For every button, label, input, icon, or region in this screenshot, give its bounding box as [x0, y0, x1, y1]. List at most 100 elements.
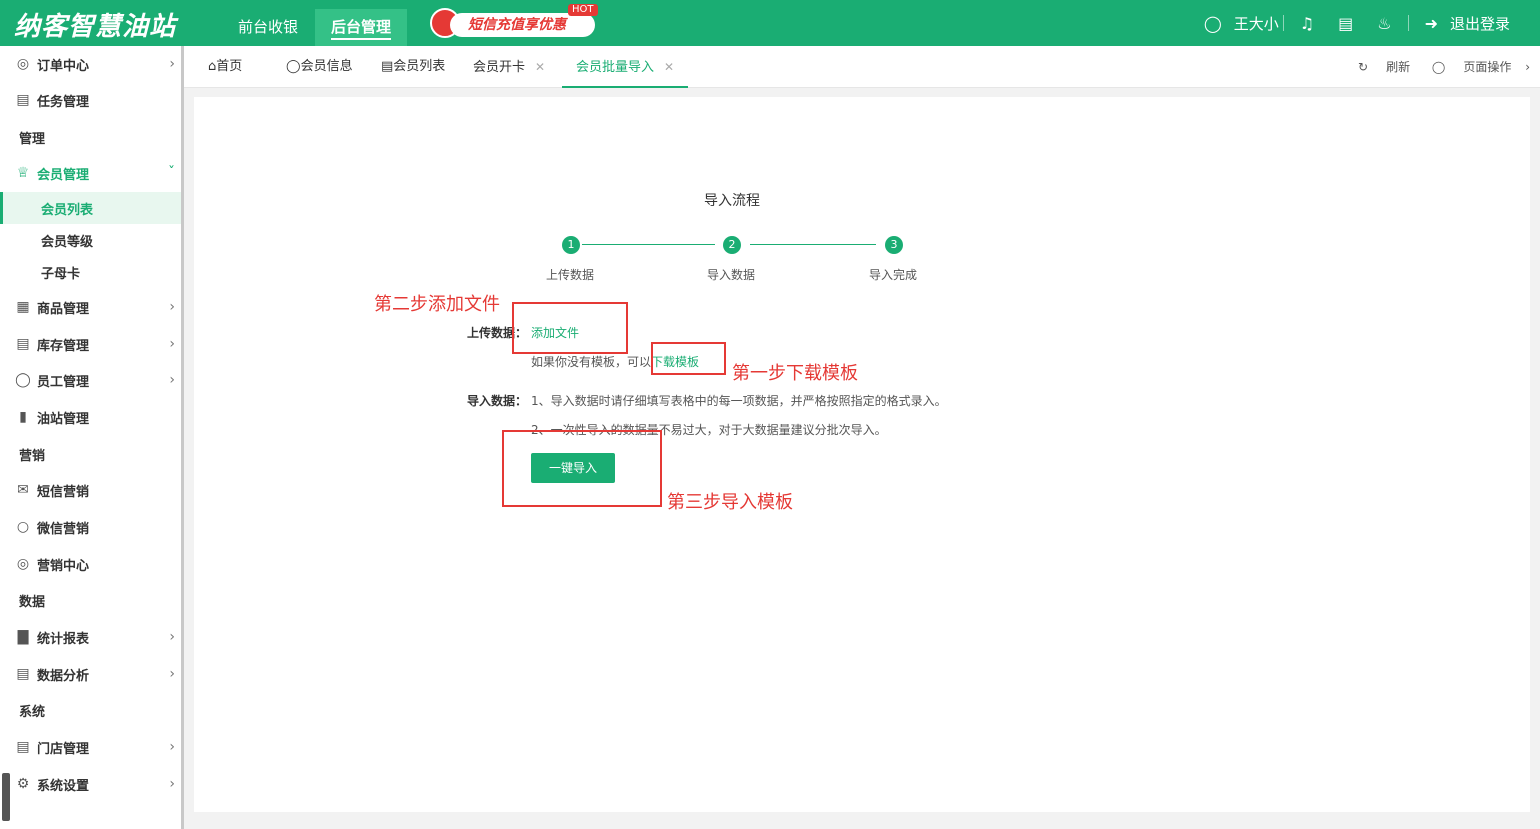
sidebar-item-stations[interactable]: ▮ 油站管理: [0, 399, 181, 435]
sidebar-item-staff[interactable]: ◯ 员工管理 ›: [0, 362, 181, 398]
tab-member-open-card[interactable]: 会员开卡 ✕: [473, 46, 545, 88]
gear-icon: ⚙: [16, 776, 30, 792]
tab-member-info[interactable]: ◯会员信息: [286, 46, 353, 88]
top-right-tools: ◯ 王大小 ♫ ▤ ♨ ➜ 退出登录: [1192, 0, 1510, 46]
import-flow-title: 导入流程: [704, 193, 760, 209]
tab-label: 会员信息: [300, 59, 353, 74]
logout-link[interactable]: 退出登录: [1450, 13, 1510, 34]
sidebar-item-tasks[interactable]: ▤ 任务管理: [0, 82, 181, 118]
sidebar-item-label: 短信营销: [37, 484, 90, 500]
chevron-down-icon: ˇ: [168, 165, 175, 181]
sidebar-item-label: 油站管理: [37, 411, 90, 427]
step-3-circle: 3: [885, 236, 903, 254]
sidebar-item-label: 订单中心: [37, 58, 90, 74]
clipboard-icon: ▤: [381, 59, 394, 74]
sidebar-item-reports[interactable]: ▇ 统计报表 ›: [0, 619, 181, 655]
sidebar-item-label: 商品管理: [37, 301, 90, 317]
sidebar-item-parent-child-card[interactable]: 子母卡: [0, 256, 181, 288]
sidebar-item-label: 营销中心: [37, 558, 90, 574]
tab-member-batch-import[interactable]: 会员批量导入 ✕: [562, 46, 689, 88]
sidebar-item-label: 微信营销: [37, 521, 90, 537]
lock-icon[interactable]: ▤: [1338, 14, 1353, 33]
nav-front-cashier[interactable]: 前台收银: [222, 9, 314, 46]
tab-label: 会员开卡: [473, 60, 526, 75]
chevron-right-icon: ›: [169, 372, 175, 388]
bar-chart-icon: ▇: [17, 629, 29, 645]
sidebar-item-label: 员工管理: [37, 374, 90, 390]
step-1-label: 上传数据: [546, 268, 595, 282]
chevron-right-icon: ›: [169, 739, 175, 755]
chevron-right-icon: ›: [169, 629, 175, 645]
sidebar-item-sms-marketing[interactable]: ✉ 短信营销: [0, 472, 181, 508]
nav-backend-admin-label: 后台管理: [331, 18, 392, 40]
tab-home[interactable]: ⌂首页: [208, 46, 242, 88]
sidebar-item-label: 库存管理: [37, 338, 90, 354]
bell-icon[interactable]: ♨: [1377, 14, 1391, 33]
close-icon[interactable]: ✕: [535, 60, 545, 74]
tab-bar: ⌂首页 ◯会员信息 ▤会员列表 会员开卡 ✕ 会员批量导入 ✕ ↻ 刷新 ◯ 页面操作 …: [184, 46, 1540, 88]
import-data-label: 导入数据：: [467, 394, 528, 408]
divider: [1282, 15, 1284, 31]
crown-icon: ♕: [16, 165, 30, 181]
sidebar-item-label: 任务管理: [37, 94, 90, 110]
sidebar-group-system: 系统: [19, 704, 46, 720]
target-icon: ◎: [16, 556, 30, 572]
sidebar-item-label: 数据分析: [37, 668, 90, 684]
globe-icon: ◎: [16, 56, 30, 72]
headset-icon[interactable]: ♫: [1300, 14, 1314, 33]
annotation-box-add-file: [512, 302, 628, 354]
task-icon: ▤: [16, 92, 30, 108]
sms-promo-banner[interactable]: 短信充值享优惠 HOT: [430, 4, 598, 38]
sidebar-item-stores[interactable]: ▤ 门店管理 ›: [0, 729, 181, 765]
annotation-step1: 第一步下载模板: [732, 363, 858, 384]
sidebar-item-label: 统计报表: [37, 631, 90, 647]
refresh-button[interactable]: ↻ 刷新: [1358, 60, 1410, 74]
tab-label: 首页: [216, 59, 243, 74]
refresh-label: 刷新: [1386, 60, 1411, 74]
sidebar-item-wechat-marketing[interactable]: ○ 微信营销: [0, 509, 181, 545]
step-2-label: 导入数据: [707, 268, 756, 282]
logout-icon[interactable]: ➜: [1425, 14, 1438, 33]
sidebar-item-inventory[interactable]: ▤ 库存管理 ›: [0, 326, 181, 362]
step-line: [582, 244, 715, 245]
close-icon[interactable]: ✕: [664, 60, 674, 74]
chevron-right-icon: ›: [169, 666, 175, 682]
user-name[interactable]: 王大小: [1234, 13, 1279, 34]
sidebar-group-manage: 管理: [19, 131, 46, 147]
tab-member-list[interactable]: ▤会员列表: [381, 46, 445, 88]
mail-icon: ✉: [17, 482, 29, 498]
tab-tools: ↻ 刷新 ◯ 页面操作 ›: [1340, 46, 1530, 88]
step-1-circle: 1: [562, 236, 580, 254]
page-ops-button[interactable]: ◯ 页面操作: [1432, 60, 1511, 74]
sidebar-scrollbar[interactable]: [181, 46, 184, 829]
store-icon: ▤: [16, 739, 30, 755]
step-2-circle: 2: [723, 236, 741, 254]
chevron-right-icon: ›: [169, 56, 175, 72]
top-bar: 纳客智慧油站 前台收银 后台管理 短信充值享优惠 HOT ◯ 王大小 ♫ ▤ ♨…: [0, 0, 1540, 46]
chevron-right-icon: ›: [169, 299, 175, 315]
user-icon: ◯: [286, 59, 301, 74]
page-ops-label: 页面操作: [1463, 60, 1512, 74]
nav-backend-admin[interactable]: 后台管理: [315, 9, 408, 46]
sidebar-item-orders[interactable]: ◎ 订单中心 ›: [0, 46, 181, 82]
app-logo: 纳客智慧油站: [14, 12, 177, 42]
sidebar-item-settings[interactable]: ⚙ 系统设置 ›: [0, 766, 181, 802]
sidebar-item-members[interactable]: ♕ 会员管理 ˇ: [0, 155, 181, 191]
promo-text: 短信充值享优惠: [450, 13, 595, 37]
step-line: [750, 244, 876, 245]
sidebar: ◎ 订单中心 › ▤ 任务管理 管理 ♕ 会员管理 ˇ 会员列表 会员等级 子母卡 ▦ 商品…: [0, 46, 181, 829]
sidebar-item-products[interactable]: ▦ 商品管理 ›: [0, 289, 181, 325]
chevron-right-icon[interactable]: ›: [1525, 60, 1530, 74]
user-icon: ◯: [15, 372, 31, 388]
sidebar-item-member-list[interactable]: 会员列表: [0, 192, 181, 224]
monitor-chart-icon: ▤: [16, 666, 30, 682]
sidebar-item-label: 会员管理: [37, 167, 90, 183]
drag-handle[interactable]: [2, 773, 10, 821]
sidebar-item-member-level[interactable]: 会员等级: [0, 224, 181, 256]
sidebar-item-marketing-center[interactable]: ◎ 营销中心: [0, 546, 181, 582]
sidebar-item-analytics[interactable]: ▤ 数据分析 ›: [0, 656, 181, 692]
annotation-step3: 第三步导入模板: [667, 492, 793, 513]
sidebar-group-marketing: 营销: [19, 448, 46, 464]
chevron-right-icon: ›: [169, 336, 175, 352]
user-icon: ◯: [1203, 13, 1222, 33]
